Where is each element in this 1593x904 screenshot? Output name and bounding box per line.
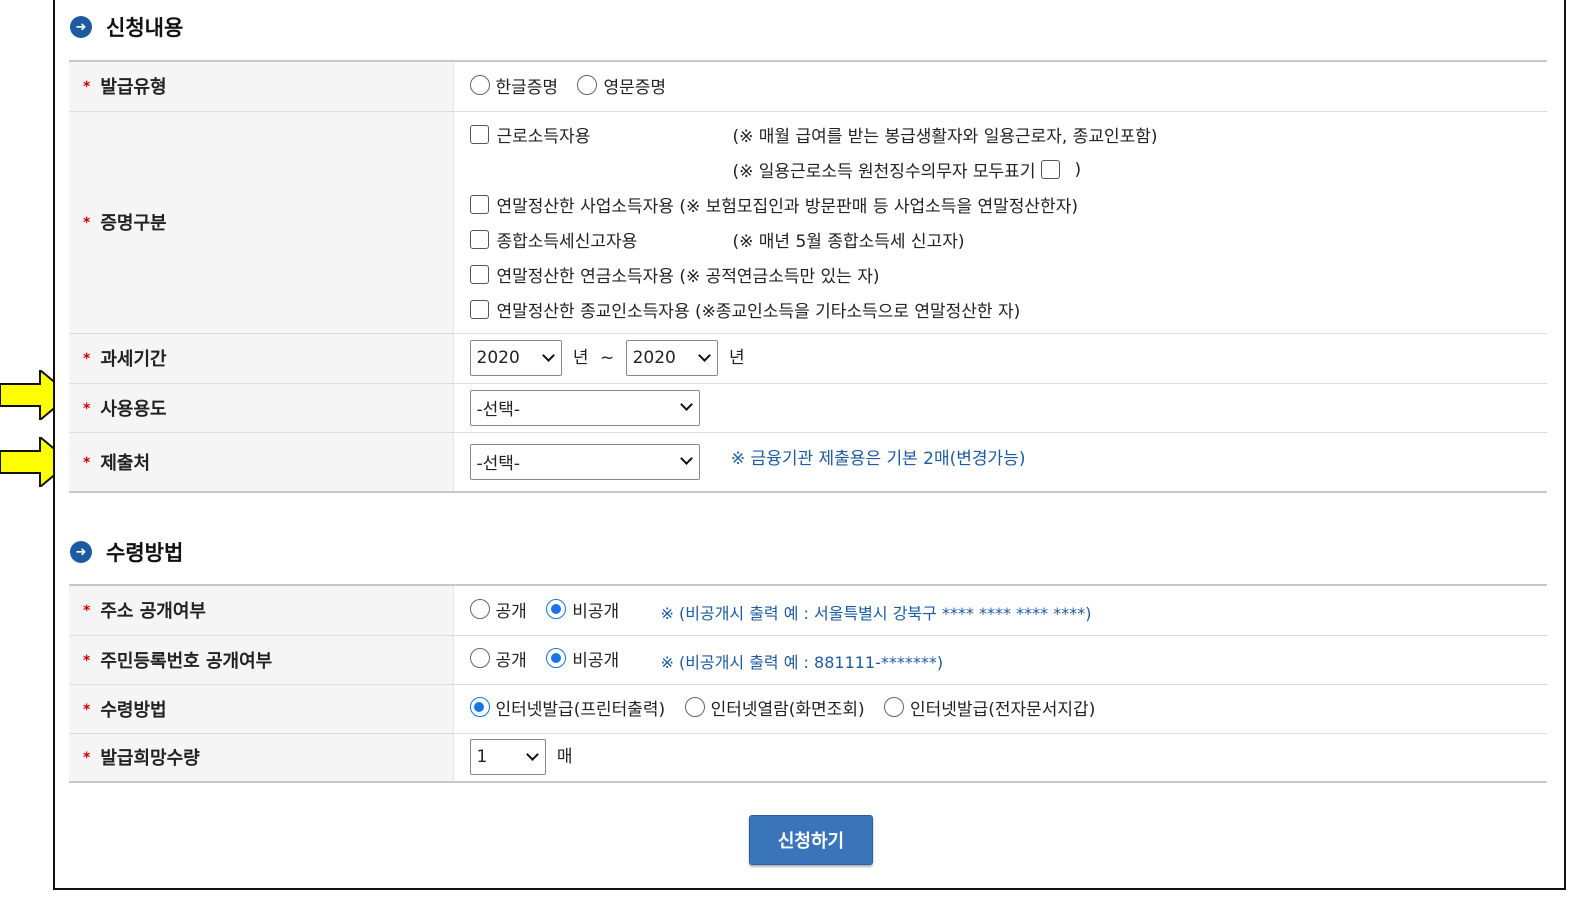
radio-internet-wallet[interactable]: 인터넷발급(전자문서지갑) <box>884 695 1095 720</box>
radio-button[interactable] <box>469 648 490 669</box>
receive-table: * 주소 공개여부 공개 비공개 ※ (비공개시 출력 예 : 서울특별시 강북구… <box>69 584 1547 783</box>
radio-address-public[interactable]: 공개 <box>469 597 527 622</box>
address-disclosure-note: ※ (비공개시 출력 예 : 서울특별시 강북구 **** **** **** … <box>660 604 1092 623</box>
chevron-down-icon <box>679 398 693 411</box>
radio-address-private[interactable]: 비공개 <box>546 597 619 622</box>
radio-button[interactable] <box>546 648 567 669</box>
issue-type-label: 발급유형 <box>100 77 167 99</box>
radio-button[interactable] <box>469 599 490 619</box>
checkbox-earned-income[interactable] <box>469 125 489 144</box>
radio-internet-print[interactable]: 인터넷발급(프린터출력) <box>469 695 665 720</box>
submit-to-label: 제출처 <box>100 452 151 474</box>
apply-button[interactable]: 신청하기 <box>749 815 873 865</box>
required-mark: * <box>83 652 91 669</box>
required-mark: * <box>83 454 91 471</box>
cert-option-business-income: 연말정산한 사업소득자용 (※ 보험모집인과 방문판매 등 사업소득을 연말정산… <box>469 187 1548 222</box>
checkbox-pension-income[interactable] <box>469 265 489 284</box>
required-mark: * <box>83 750 91 767</box>
rrn-disclosure-label: 주민등록번호 공개여부 <box>100 650 273 672</box>
required-mark: * <box>83 603 91 620</box>
checkbox-religious-income[interactable] <box>469 300 489 319</box>
radio-button[interactable] <box>469 75 490 95</box>
cert-type-label: 증명구분 <box>100 213 167 234</box>
row-receive-method: * 수령방법 인터넷발급(프린터출력) 인터넷열람(화면조회) 인터넷발급(전자문… <box>69 684 1547 734</box>
required-mark: * <box>83 351 91 367</box>
radio-button[interactable] <box>884 697 905 718</box>
required-mark: * <box>83 400 91 417</box>
radio-english-cert[interactable]: 영문증명 <box>577 73 666 98</box>
chevron-down-icon <box>541 348 555 362</box>
rrn-disclosure-note: ※ (비공개시 출력 예 : 881111-*******) <box>660 653 944 673</box>
section-title-receive-method: ➜ 수령방법 <box>70 537 183 567</box>
required-mark: * <box>83 701 91 718</box>
required-mark: * <box>83 79 91 96</box>
required-mark: * <box>83 215 91 231</box>
checkbox-global-income[interactable] <box>469 230 489 249</box>
radio-korean-cert[interactable]: 한글증명 <box>469 73 558 98</box>
receive-method-label: 수령방법 <box>100 699 167 721</box>
row-usage: * 사용용도 -선택- <box>69 383 1547 433</box>
tax-period-from-select[interactable]: 2020 <box>469 340 562 376</box>
chevron-down-icon <box>679 452 693 466</box>
tax-period-to-select[interactable]: 2020 <box>625 340 718 376</box>
radio-button[interactable] <box>684 697 705 718</box>
checkbox-business-income[interactable] <box>469 195 489 214</box>
address-disclosure-label: 주소 공개여부 <box>100 601 206 623</box>
radio-button[interactable] <box>577 75 598 95</box>
cert-option-global-income: 종합소득세신고자용 (※ 매년 5월 종합소득세 신고자) <box>469 222 1548 257</box>
application-form: ➜ 신청내용 * 발급유형 한글증명 영문증명 * 증명구분 근로소득자용 (※ 매월… <box>53 0 1566 890</box>
chevron-down-icon <box>697 348 711 362</box>
submit-to-select[interactable]: -선택- <box>469 443 700 480</box>
checkbox-daily-worker-all[interactable] <box>1041 160 1061 179</box>
row-tax-period: * 과세기간 2020 년 ~ 2020 년 <box>69 333 1547 384</box>
submit-to-note: ※ 금융기관 제출용은 기본 2매(변경가능) <box>730 448 1026 469</box>
chevron-down-icon <box>525 747 539 761</box>
row-submit-to: * 제출처 -선택- ※ 금융기관 제출용은 기본 2매(변경가능) <box>69 432 1547 493</box>
radio-rrn-private[interactable]: 비공개 <box>546 646 619 671</box>
radio-button[interactable] <box>469 697 490 718</box>
usage-select[interactable]: -선택- <box>469 389 700 426</box>
cert-option-daily-worker-note: (※ 일용근로소득 원천징수의무자 모두표기) <box>732 159 1082 183</box>
section-title-application: ➜ 신청내용 <box>70 12 183 42</box>
radio-rrn-public[interactable]: 공개 <box>469 646 527 671</box>
quantity-select[interactable]: 1 <box>469 739 546 776</box>
application-table: * 발급유형 한글증명 영문증명 * 증명구분 근로소득자용 (※ 매월 급여를 받는… <box>69 60 1547 493</box>
row-address-disclosure: * 주소 공개여부 공개 비공개 ※ (비공개시 출력 예 : 서울특별시 강북구… <box>69 584 1547 636</box>
arrow-circle-icon: ➜ <box>70 16 92 38</box>
radio-button[interactable] <box>546 599 567 619</box>
cert-option-pension-income: 연말정산한 연금소득자용 (※ 공적연금소득만 있는 자) <box>469 257 1548 292</box>
row-issue-type: * 발급유형 한글증명 영문증명 <box>69 60 1547 112</box>
row-quantity: * 발급희망수량 1 매 <box>69 733 1547 783</box>
row-rrn-disclosure: * 주민등록번호 공개여부 공개 비공개 ※ (비공개시 출력 예 : 88111… <box>69 635 1547 685</box>
row-cert-type: * 증명구분 근로소득자용 (※ 매월 급여를 받는 봉급생활자와 일용근로자, 종… <box>69 111 1548 334</box>
radio-internet-view[interactable]: 인터넷열람(화면조회) <box>684 695 865 720</box>
cert-option-earned-income: 근로소득자용 (※ 매월 급여를 받는 봉급생활자와 일용근로자, 종교인포함) <box>469 117 1548 152</box>
usage-label: 사용용도 <box>100 398 167 420</box>
quantity-label: 발급희망수량 <box>100 748 200 770</box>
tax-period-label: 과세기간 <box>100 349 167 370</box>
cert-option-religious-income: 연말정산한 종교인소득자용 (※종교인소득을 기타소득으로 연말정산한 자) <box>469 292 1548 327</box>
arrow-circle-icon: ➜ <box>70 541 92 563</box>
